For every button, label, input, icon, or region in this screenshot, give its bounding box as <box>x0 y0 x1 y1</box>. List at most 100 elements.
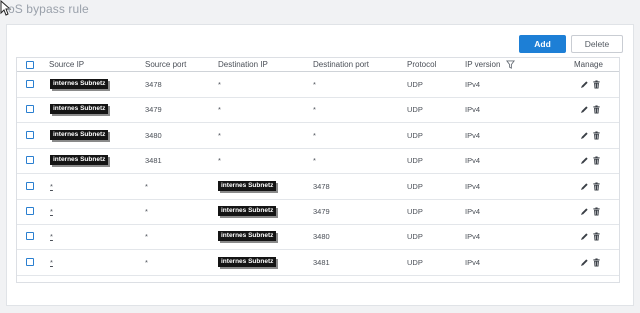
row-checkbox[interactable] <box>26 181 34 190</box>
source-ip-link[interactable]: * <box>50 207 53 216</box>
pencil-icon[interactable] <box>580 232 589 241</box>
source-ip-cell: * <box>50 232 53 241</box>
row-checkbox[interactable] <box>26 105 34 114</box>
destination-ip-cell: * <box>218 131 221 140</box>
protocol-cell: UDP <box>407 181 423 191</box>
table-row[interactable]: * * internes Subnetz 3479 UDP IPv4 <box>17 199 619 225</box>
ip-version-cell: IPv4 <box>465 257 481 267</box>
source-ip-tag: internes Subnetz <box>50 104 109 115</box>
table-row[interactable]: * * internes Subnetz 3480 UDP IPv4 <box>17 224 619 251</box>
destination-port-cell: 3481 <box>313 257 330 267</box>
trash-icon[interactable] <box>592 182 601 191</box>
column-header-source-port[interactable]: Source port <box>145 60 186 69</box>
trash-icon[interactable] <box>592 258 601 267</box>
column-header-source-ip[interactable]: Source IP <box>49 60 84 69</box>
destination-ip-cell: internes Subnetz <box>218 180 277 191</box>
pencil-icon[interactable] <box>580 156 589 165</box>
row-checkbox[interactable] <box>26 156 34 165</box>
delete-button[interactable]: Delete <box>571 35 623 53</box>
source-port-cell: * <box>145 207 148 216</box>
table-row[interactable]: internes Subnetz 3480 * * UDP IPv4 <box>17 123 619 149</box>
row-checkbox[interactable] <box>26 130 34 139</box>
column-header-ip-version[interactable]: IP version <box>465 60 515 70</box>
destination-port-cell: 3479 <box>313 207 330 216</box>
row-checkbox[interactable] <box>26 232 34 241</box>
source-port-cell: * <box>145 257 148 267</box>
trash-icon[interactable] <box>592 207 601 216</box>
source-ip-link[interactable]: * <box>50 182 53 191</box>
destination-ip-value: * <box>218 105 221 115</box>
add-button[interactable]: Add <box>519 35 566 53</box>
ip-version-cell: IPv4 <box>465 105 481 115</box>
row-checkbox[interactable] <box>26 207 34 215</box>
destination-ip-cell: internes Subnetz <box>218 256 277 267</box>
trash-icon[interactable] <box>592 156 601 165</box>
ip-version-cell: IPv4 <box>465 232 481 242</box>
column-header-manage: Manage <box>574 60 603 69</box>
source-port-cell: 3481 <box>145 156 162 166</box>
protocol-cell: UDP <box>407 257 423 267</box>
destination-port-cell: * <box>313 105 316 115</box>
trash-icon[interactable] <box>592 105 601 114</box>
destination-ip-tag: internes Subnetz <box>218 180 277 191</box>
protocol-cell: UDP <box>407 130 423 140</box>
destination-ip-cell: internes Subnetz <box>218 205 277 216</box>
source-ip-cell: internes Subnetz <box>50 78 109 89</box>
pencil-icon[interactable] <box>580 131 589 140</box>
table-row[interactable]: internes Subnetz 3481 * * UDP IPv4 <box>17 148 619 175</box>
source-ip-cell: internes Subnetz <box>50 154 109 166</box>
destination-ip-tag: internes Subnetz <box>218 231 277 242</box>
destination-port-cell: 3478 <box>313 181 330 191</box>
source-ip-cell: internes Subnetz <box>50 103 109 115</box>
protocol-cell: UDP <box>407 156 423 166</box>
column-header-destination-ip[interactable]: Destination IP <box>218 60 268 69</box>
source-ip-link[interactable]: * <box>50 232 53 241</box>
destination-ip-tag: internes Subnetz <box>218 256 277 267</box>
source-port-cell: 3478 <box>145 80 162 89</box>
trash-icon[interactable] <box>592 80 601 89</box>
rules-panel: Add Delete Source IP Source port Destina… <box>6 24 634 306</box>
table-row[interactable]: * * internes Subnetz 3478 UDP IPv4 <box>17 174 619 200</box>
ip-version-label: IP version <box>465 60 501 69</box>
source-ip-tag: internes Subnetz <box>50 155 109 166</box>
source-port-cell: * <box>145 181 148 191</box>
ip-version-cell: IPv4 <box>465 207 481 216</box>
table-header: Source IP Source port Destination IP Des… <box>17 58 619 72</box>
source-ip-link[interactable]: * <box>50 258 53 267</box>
table-row[interactable]: internes Subnetz 3479 * * UDP IPv4 <box>17 97 619 124</box>
pencil-icon[interactable] <box>580 258 589 267</box>
trash-icon[interactable] <box>592 131 601 140</box>
protocol-cell: UDP <box>407 80 423 89</box>
destination-ip-cell: * <box>218 80 221 89</box>
protocol-cell: UDP <box>407 207 423 216</box>
pencil-icon[interactable] <box>580 207 589 216</box>
select-all-checkbox[interactable] <box>26 61 34 69</box>
destination-port-cell: * <box>313 80 316 89</box>
table-row[interactable]: internes Subnetz 3478 * * UDP IPv4 <box>17 72 619 98</box>
table-row[interactable]: * * internes Subnetz 3481 UDP IPv4 <box>17 250 619 276</box>
destination-port-cell: 3480 <box>313 232 330 242</box>
source-ip-cell: * <box>50 182 53 191</box>
trash-icon[interactable] <box>592 232 601 241</box>
source-port-cell: * <box>145 232 148 242</box>
pencil-icon[interactable] <box>580 182 589 191</box>
source-ip-tag: internes Subnetz <box>50 79 109 89</box>
ip-version-cell: IPv4 <box>465 130 481 140</box>
destination-ip-value: * <box>218 80 221 89</box>
protocol-cell: UDP <box>407 105 423 115</box>
destination-ip-cell: * <box>218 156 221 165</box>
row-checkbox[interactable] <box>26 80 34 88</box>
row-checkbox[interactable] <box>26 257 34 266</box>
destination-ip-value: * <box>218 130 221 140</box>
pencil-icon[interactable] <box>580 105 589 114</box>
ip-version-cell: IPv4 <box>465 181 481 191</box>
filter-icon[interactable] <box>505 60 515 70</box>
column-header-destination-port[interactable]: Destination port <box>313 60 369 69</box>
ip-version-cell: IPv4 <box>465 156 481 166</box>
source-port-cell: 3479 <box>145 105 162 115</box>
protocol-cell: UDP <box>407 232 423 242</box>
column-header-protocol[interactable]: Protocol <box>407 60 436 69</box>
pencil-icon[interactable] <box>580 80 589 89</box>
ip-version-cell: IPv4 <box>465 80 481 89</box>
source-ip-cell: internes Subnetz <box>50 129 109 140</box>
